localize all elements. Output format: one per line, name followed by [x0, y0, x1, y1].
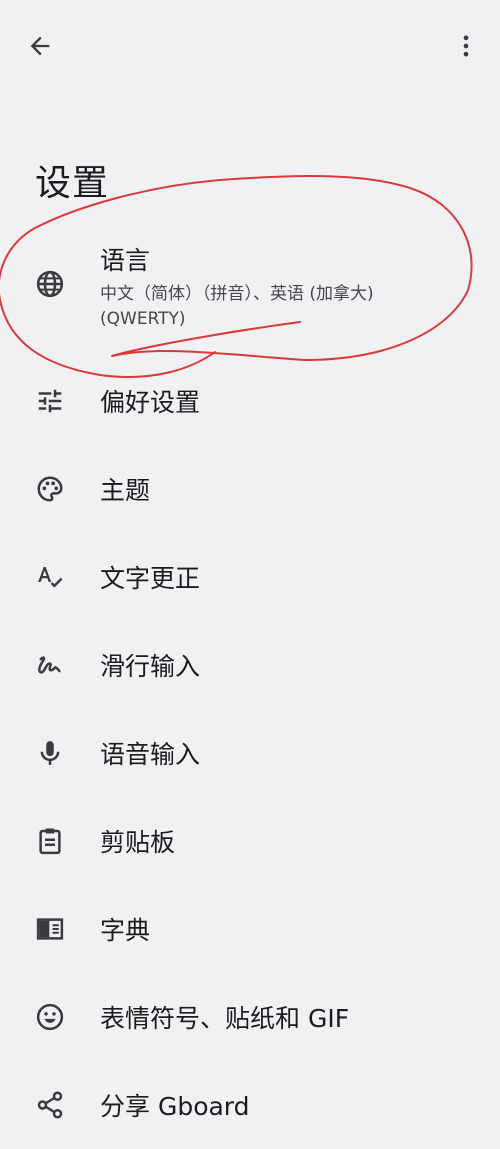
top-app-bar — [0, 0, 500, 92]
clipboard-icon — [34, 825, 66, 857]
globe-icon — [34, 268, 66, 300]
settings-item-preferences[interactable]: 偏好设置 — [0, 357, 500, 445]
settings-item-label: 表情符号、贴纸和 GIF — [100, 1004, 350, 1033]
settings-item-glide-typing[interactable]: 滑行输入 — [0, 621, 500, 709]
settings-item-text-correction[interactable]: 文字更正 — [0, 533, 500, 621]
language-summary: 中文（简体）（拼音）、英语 (加拿大) (QWERTY) — [100, 284, 374, 329]
settings-item-label: 滑行输入 — [100, 652, 201, 681]
settings-item-emoji[interactable]: 表情符号、贴纸和 GIF — [0, 973, 500, 1061]
settings-item-label: 剪贴板 — [100, 828, 176, 857]
settings-item-share[interactable]: 分享 Gboard — [0, 1061, 500, 1149]
settings-item-label: 字典 — [100, 916, 151, 945]
arrow-back-icon — [30, 36, 50, 56]
settings-item-clipboard[interactable]: 剪贴板 — [0, 797, 500, 885]
settings-item-label: 分享 Gboard — [100, 1092, 250, 1121]
page-title: 设置 — [35, 163, 110, 204]
palette-icon — [34, 473, 66, 505]
gesture-icon — [34, 649, 66, 681]
settings-item-label: 文字更正 — [100, 564, 201, 593]
mic-icon — [34, 737, 66, 769]
dictionary-icon — [34, 913, 66, 945]
settings-item-language[interactable]: 语言 中文（简体）（拼音）、英语 (加拿大) (QWERTY) — [0, 225, 500, 357]
settings-item-voice-input[interactable]: 语音输入 — [0, 709, 500, 797]
settings-item-label: 偏好设置 — [100, 388, 201, 417]
settings-item-dictionary[interactable]: 字典 — [0, 885, 500, 973]
emoji-icon — [34, 1001, 66, 1033]
spellcheck-icon — [34, 561, 66, 593]
settings-item-label: 语言 — [100, 246, 151, 275]
back-button[interactable] — [20, 26, 60, 66]
share-icon — [34, 1089, 66, 1121]
settings-list: 语言 中文（简体）（拼音）、英语 (加拿大) (QWERTY) 偏好设置 主题 — [0, 225, 500, 1149]
settings-item-label: 主题 — [100, 476, 151, 505]
settings-item-label: 语音输入 — [100, 740, 201, 769]
more-vert-icon — [463, 35, 469, 57]
more-options-button[interactable] — [446, 26, 486, 66]
tune-icon — [34, 385, 66, 417]
settings-item-theme[interactable]: 主题 — [0, 445, 500, 533]
